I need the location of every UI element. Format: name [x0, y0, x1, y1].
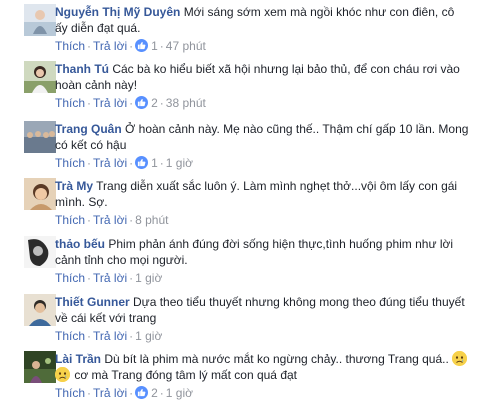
comment-text: Các bà ko hiểu biết xã hội nhưng lại bảo…: [55, 62, 460, 92]
like-link[interactable]: Thích: [55, 213, 85, 227]
comment-text: Dù bít là phim mà nước mắt ko ngừng chảy…: [104, 352, 449, 366]
commenter-name[interactable]: Trang Quân: [55, 122, 122, 136]
like-link[interactable]: Thích: [55, 156, 85, 170]
thumbs-up-icon[interactable]: [135, 39, 149, 52]
reply-link[interactable]: Trả lời: [93, 329, 127, 343]
commenter-name[interactable]: thảo bếu: [55, 237, 105, 251]
like-link[interactable]: Thích: [55, 386, 85, 400]
avatar[interactable]: [24, 61, 56, 93]
comment-actions: Thích · Trả lời · 1 · 1 giờ: [55, 156, 194, 170]
reply-link[interactable]: Trả lời: [93, 213, 127, 227]
comment-actions: Thích · Trả lời · 1 giờ: [55, 271, 163, 285]
like-count[interactable]: 2: [151, 96, 158, 110]
comment-time[interactable]: 1 giờ: [166, 386, 193, 400]
reply-link[interactable]: Trả lời: [93, 156, 127, 170]
comment-actions: Thích · Trả lời · 8 phút: [55, 213, 169, 227]
comment-time[interactable]: 8 phút: [135, 213, 168, 227]
like-link[interactable]: Thích: [55, 329, 85, 343]
comment-time[interactable]: 1 giờ: [166, 156, 193, 170]
commenter-name[interactable]: Thiết Gunner: [55, 295, 130, 309]
like-link[interactable]: Thích: [55, 39, 85, 53]
reply-link[interactable]: Trả lời: [93, 271, 127, 285]
commenter-name[interactable]: Trà My: [55, 179, 93, 193]
thumbs-up-icon[interactable]: [135, 386, 149, 399]
crying-face-emoji-icon: [452, 351, 468, 366]
avatar[interactable]: [24, 121, 56, 153]
thumbs-up-icon[interactable]: [135, 156, 149, 169]
like-count[interactable]: 1: [151, 39, 158, 53]
like-link[interactable]: Thích: [55, 271, 85, 285]
avatar[interactable]: [24, 351, 56, 383]
comment-actions: Thích · Trả lời · 2 · 38 phút: [55, 96, 206, 110]
comment-time[interactable]: 1 giờ: [135, 271, 162, 285]
commenter-name[interactable]: Lài Trần: [55, 352, 101, 366]
comment-text: Phim phản ánh đúng đời sống hiện thực,tì…: [55, 237, 454, 267]
reply-link[interactable]: Trả lời: [93, 96, 127, 110]
comment-actions: Thích · Trả lời · 2 · 1 giờ: [55, 386, 194, 400]
reply-link[interactable]: Trả lời: [93, 386, 127, 400]
avatar[interactable]: [24, 236, 56, 268]
comment-actions: Thích · Trả lời · 1 giờ: [55, 329, 163, 343]
crying-face-emoji-icon: [55, 367, 70, 382]
comment-time[interactable]: 38 phút: [166, 96, 206, 110]
reply-link[interactable]: Trả lời: [93, 39, 127, 53]
avatar[interactable]: [24, 294, 56, 326]
like-link[interactable]: Thích: [55, 96, 85, 110]
like-count[interactable]: 1: [151, 156, 158, 170]
commenter-name[interactable]: Nguyễn Thị Mỹ Duyên: [55, 5, 180, 19]
comment-time[interactable]: 1 giờ: [135, 329, 162, 343]
avatar[interactable]: [24, 4, 56, 36]
comment-time[interactable]: 47 phút: [166, 39, 206, 53]
avatar[interactable]: [24, 178, 56, 210]
comment-list: Nguyễn Thị Mỹ Duyên Mới sáng sớm xem mà …: [0, 0, 479, 405]
commenter-name[interactable]: Thanh Tú: [55, 62, 109, 76]
comment-actions: Thích · Trả lời · 1 · 47 phút: [55, 39, 206, 53]
like-count[interactable]: 2: [151, 386, 158, 400]
comment-text: Trang diễn xuất sắc luôn ý. Làm mình ngh…: [55, 179, 458, 209]
comment-text-continued: cơ mà Trang đóng tâm lý mất con quá đạt: [74, 368, 297, 382]
thumbs-up-icon[interactable]: [135, 96, 149, 109]
